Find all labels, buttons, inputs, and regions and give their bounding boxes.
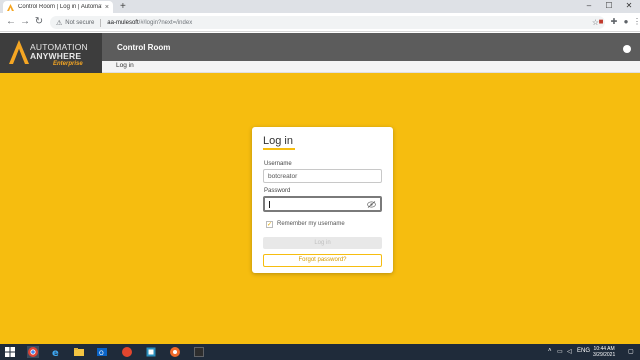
volume-icon[interactable]: ◁ [567, 348, 572, 355]
brand-line-3: Enterprise [53, 61, 83, 67]
login-heading: Log in [263, 135, 293, 147]
forgot-password-button[interactable]: Forgot password? [263, 254, 382, 267]
login-button[interactable]: Log in [263, 237, 382, 249]
browser-tab-strip: Control Room | Log in | Automation Anywh… [0, 0, 640, 13]
back-arrow-icon[interactable]: ← [5, 16, 17, 28]
url-host: aa-mulesoft [107, 19, 139, 26]
automation-anywhere-logo-icon [9, 40, 29, 64]
minimize-button[interactable]: – [579, 0, 599, 13]
text-cursor [269, 201, 270, 208]
url-path: /#/login?next=/index [138, 19, 193, 26]
window-close-button[interactable]: ✕ [619, 0, 639, 13]
remember-label: Remember my username [277, 221, 345, 227]
warning-icon[interactable]: ⚠ [56, 19, 62, 27]
network-icon[interactable]: ▭ [557, 348, 563, 355]
notification-icon[interactable]: ▢ [628, 348, 634, 355]
browser-tab[interactable]: Control Room | Log in | Automation Anywh… [3, 1, 113, 13]
app-title: Control Room [117, 43, 171, 52]
remember-checkbox[interactable]: ✓ [266, 221, 273, 228]
chrome-icon[interactable] [27, 346, 39, 358]
app-teal-icon[interactable] [145, 346, 157, 358]
windows-start-icon[interactable] [4, 346, 16, 358]
new-tab-button[interactable]: + [120, 1, 126, 12]
tab-close-icon[interactable]: × [105, 4, 109, 11]
brand-logo[interactable]: AUTOMATION ANYWHERE Enterprise [0, 33, 102, 73]
internet-explorer-icon[interactable]: e [50, 346, 62, 358]
svg-text:O: O [99, 350, 104, 357]
maximize-button[interactable]: ☐ [599, 0, 619, 13]
username-value: botcreator [268, 173, 298, 180]
taskbar-clock[interactable]: 10:44 AM 3/29/2021 [593, 346, 615, 358]
username-label: Username [264, 161, 292, 167]
help-icon[interactable] [623, 45, 631, 53]
app-dark-icon[interactable] [193, 346, 205, 358]
svg-text:e: e [52, 348, 59, 358]
automation-anywhere-favicon-icon [7, 3, 14, 11]
outlook-icon[interactable]: O [96, 346, 108, 358]
address-bar[interactable]: ⚠ Not secure aa-mulesoft /#/login?next=/… [50, 16, 605, 29]
clock-date: 3/29/2021 [593, 352, 616, 358]
puzzle-extensions-icon[interactable]: ✚ [608, 16, 620, 28]
tab-title: Control Room | Log in | Automation Anywh… [18, 4, 102, 10]
password-field[interactable] [263, 196, 382, 212]
username-field[interactable]: botcreator [263, 169, 382, 183]
browser-toolbar: ← → ↻ ⚠ Not secure aa-mulesoft /#/login?… [0, 13, 640, 32]
forward-arrow-icon[interactable]: → [19, 16, 31, 28]
heading-underline [263, 148, 295, 150]
security-label: Not secure [65, 19, 95, 26]
show-password-eye-icon[interactable] [367, 201, 376, 208]
browser-menu-icon[interactable]: ⋮ [631, 16, 640, 28]
app-orange-icon[interactable] [169, 346, 181, 358]
reload-icon[interactable]: ↻ [33, 16, 45, 28]
file-explorer-icon[interactable] [73, 346, 85, 358]
breadcrumb: Log in [116, 62, 134, 69]
address-divider [100, 18, 102, 27]
language-indicator[interactable]: ENG [577, 348, 590, 354]
windows-taskbar: e O ˄ ▭ ◁ ENG 10:44 AM 3/29/2021 ▢ [0, 344, 640, 360]
checkmark-icon: ✓ [266, 221, 273, 228]
brand-line-2: ANYWHERE [30, 51, 82, 61]
tray-chevron-icon[interactable]: ˄ [548, 348, 552, 354]
login-card: Log in Username botcreator Password [252, 127, 393, 273]
breadcrumb-bar: Log in [102, 61, 640, 73]
extension-icon[interactable]: ■ [595, 16, 607, 28]
password-label: Password [264, 188, 291, 194]
app-red-icon[interactable] [121, 346, 133, 358]
